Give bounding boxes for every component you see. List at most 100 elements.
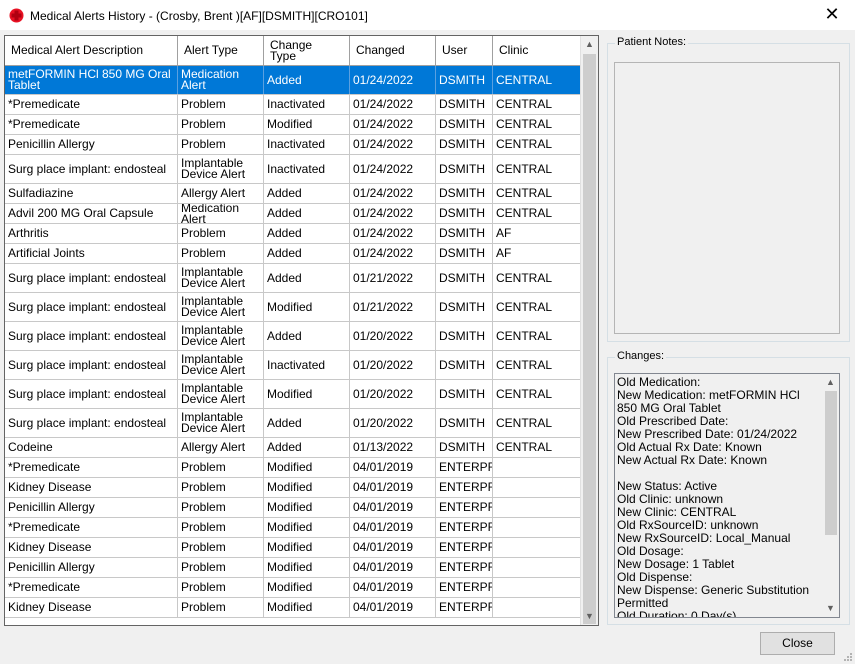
cell-user: DSMITH (436, 115, 493, 134)
resize-grip-icon[interactable] (843, 652, 853, 662)
cell-clinic (493, 498, 581, 517)
cell-description: Penicillin Allergy (5, 558, 178, 577)
cell-user: DSMITH (436, 409, 493, 437)
cell-clinic: CENTRAL (493, 409, 581, 437)
cell-description: *Premedicate (5, 95, 178, 114)
table-row[interactable]: *Premedicate Problem Modified 01/24/2022 DSM… (5, 115, 581, 135)
table-row[interactable]: *Premedicate Problem Modified 04/01/2019 ENT… (5, 458, 581, 478)
cell-user: DSMITH (436, 224, 493, 243)
cell-alert-type: Problem (178, 518, 264, 537)
patient-notes-field[interactable] (614, 62, 840, 334)
cell-alert-type: Problem (178, 478, 264, 497)
column-header-clinic[interactable]: Clinic (493, 36, 581, 65)
cell-user: ENTERPR (436, 578, 493, 597)
changes-scroll-thumb[interactable] (825, 391, 837, 535)
cell-changed: 01/24/2022 (350, 115, 436, 134)
table-row[interactable]: Penicillin Allergy Problem Modified 04/01/2… (5, 558, 581, 578)
cell-alert-type: Implantable Device Alert (178, 380, 264, 408)
table-row[interactable]: *Premedicate Problem Modified 04/01/2019 ENT… (5, 578, 581, 598)
grid-header: Medical Alert Description Alert Type Cha… (5, 36, 581, 66)
column-header-description[interactable]: Medical Alert Description (5, 36, 178, 65)
cell-alert-type: Implantable Device Alert (178, 409, 264, 437)
cell-change-type: Inactivated (264, 95, 350, 114)
cell-alert-type: Problem (178, 598, 264, 617)
table-row[interactable]: Surg place implant: endosteal Implantable… (5, 264, 581, 293)
scroll-up-icon[interactable]: ▲ (581, 36, 598, 53)
cell-clinic (493, 578, 581, 597)
table-row[interactable]: *Premedicate Problem Inactivated 01/24/2022… (5, 95, 581, 115)
table-row[interactable]: Arthritis Problem Added 01/24/2022 DSMITH AF (5, 224, 581, 244)
close-button[interactable]: Close (760, 632, 835, 655)
table-row[interactable]: Surg place implant: endosteal Implantable… (5, 409, 581, 438)
column-header-change-type[interactable]: Change Type (264, 36, 350, 65)
table-row[interactable]: Surg place implant: endosteal Implantable… (5, 380, 581, 409)
scroll-thumb[interactable] (583, 54, 596, 624)
column-header-user[interactable]: User (436, 36, 493, 65)
table-row[interactable]: Kidney Disease Problem Modified 04/01/2019 E… (5, 538, 581, 558)
changes-group: Changes: Old Medication: New Medication: … (607, 350, 850, 625)
table-row[interactable]: Sulfadiazine Allergy Alert Added 01/24/2022… (5, 184, 581, 204)
cell-user: DSMITH (436, 264, 493, 292)
cell-change-type: Inactivated (264, 351, 350, 379)
cell-description: Surg place implant: endosteal (5, 293, 178, 321)
table-row[interactable]: Codeine Allergy Alert Added 01/13/2022 DSMIT… (5, 438, 581, 458)
cell-clinic (493, 538, 581, 557)
cell-alert-type: Problem (178, 224, 264, 243)
table-row[interactable]: Advil 200 MG Oral Capsule Medication Aler… (5, 204, 581, 224)
cell-alert-type: Allergy Alert (178, 438, 264, 457)
change-line: New Actual Rx Date: Known (617, 453, 768, 467)
changes-text-area[interactable]: Old Medication: New Medication: metFORMIN… (614, 373, 840, 618)
cell-description: *Premedicate (5, 518, 178, 537)
scroll-down-icon[interactable]: ▼ (581, 608, 598, 625)
cell-user: DSMITH (436, 95, 493, 114)
table-row[interactable]: Penicillin Allergy Problem Modified 04/01/2… (5, 498, 581, 518)
column-header-alert-type[interactable]: Alert Type (178, 36, 264, 65)
cell-user: DSMITH (436, 380, 493, 408)
table-row[interactable]: Surg place implant: endosteal Implantable… (5, 155, 581, 184)
table-row[interactable]: Surg place implant: endosteal Implantable… (5, 322, 581, 351)
cell-clinic: CENTRAL (493, 351, 581, 379)
cell-alert-type: Problem (178, 458, 264, 477)
grid-scrollbar[interactable]: ▲ ▼ (580, 36, 598, 625)
changes-scroll-up-icon[interactable]: ▲ (822, 374, 839, 391)
cell-user: ENTERPR (436, 458, 493, 477)
cell-change-type: Added (264, 244, 350, 263)
cell-changed: 01/20/2022 (350, 409, 436, 437)
change-line: Old Duration: 0 Day(s) (617, 609, 737, 618)
cell-clinic: CENTRAL (493, 184, 581, 203)
cell-clinic: AF (493, 244, 581, 263)
cell-alert-type: Implantable Device Alert (178, 293, 264, 321)
cell-clinic: CENTRAL (493, 438, 581, 457)
cell-change-type: Added (264, 204, 350, 223)
table-row[interactable]: *Premedicate Problem Modified 04/01/2019 ENT… (5, 518, 581, 538)
cell-change-type: Inactivated (264, 155, 350, 183)
table-row[interactable]: metFORMIN HCl 850 MG Oral Tablet Medicati… (5, 66, 581, 95)
table-row[interactable]: Surg place implant: endosteal Implantable… (5, 293, 581, 322)
cell-changed: 04/01/2019 (350, 578, 436, 597)
cell-change-type: Added (264, 264, 350, 292)
cell-clinic: CENTRAL (493, 95, 581, 114)
cell-change-type: Modified (264, 478, 350, 497)
cell-alert-type: Problem (178, 558, 264, 577)
changes-scroll-down-icon[interactable]: ▼ (822, 600, 839, 617)
cell-alert-type: Problem (178, 115, 264, 134)
window-close-icon[interactable]: ✕ (809, 0, 855, 30)
cell-changed: 01/20/2022 (350, 351, 436, 379)
column-header-changed[interactable]: Changed (350, 36, 436, 65)
changes-scrollbar[interactable]: ▲ ▼ (822, 374, 839, 617)
cell-description: *Premedicate (5, 578, 178, 597)
cell-changed: 01/21/2022 (350, 293, 436, 321)
cell-description: Surg place implant: endosteal (5, 351, 178, 379)
cell-clinic: CENTRAL (493, 264, 581, 292)
table-row[interactable]: Kidney Disease Problem Modified 04/01/2019 E… (5, 598, 581, 618)
cell-user: DSMITH (436, 244, 493, 263)
cell-changed: 01/13/2022 (350, 438, 436, 457)
table-row[interactable]: Surg place implant: endosteal Implantable… (5, 351, 581, 380)
medical-cross-icon (9, 8, 24, 23)
cell-change-type: Inactivated (264, 135, 350, 154)
alerts-history-grid[interactable]: Medical Alert Description Alert Type Cha… (4, 35, 599, 626)
table-row[interactable]: Penicillin Allergy Problem Inactivated 01/2… (5, 135, 581, 155)
table-row[interactable]: Artificial Joints Problem Added 01/24/2022 D… (5, 244, 581, 264)
table-row[interactable]: Kidney Disease Problem Modified 04/01/2019 E… (5, 478, 581, 498)
cell-clinic: CENTRAL (493, 115, 581, 134)
